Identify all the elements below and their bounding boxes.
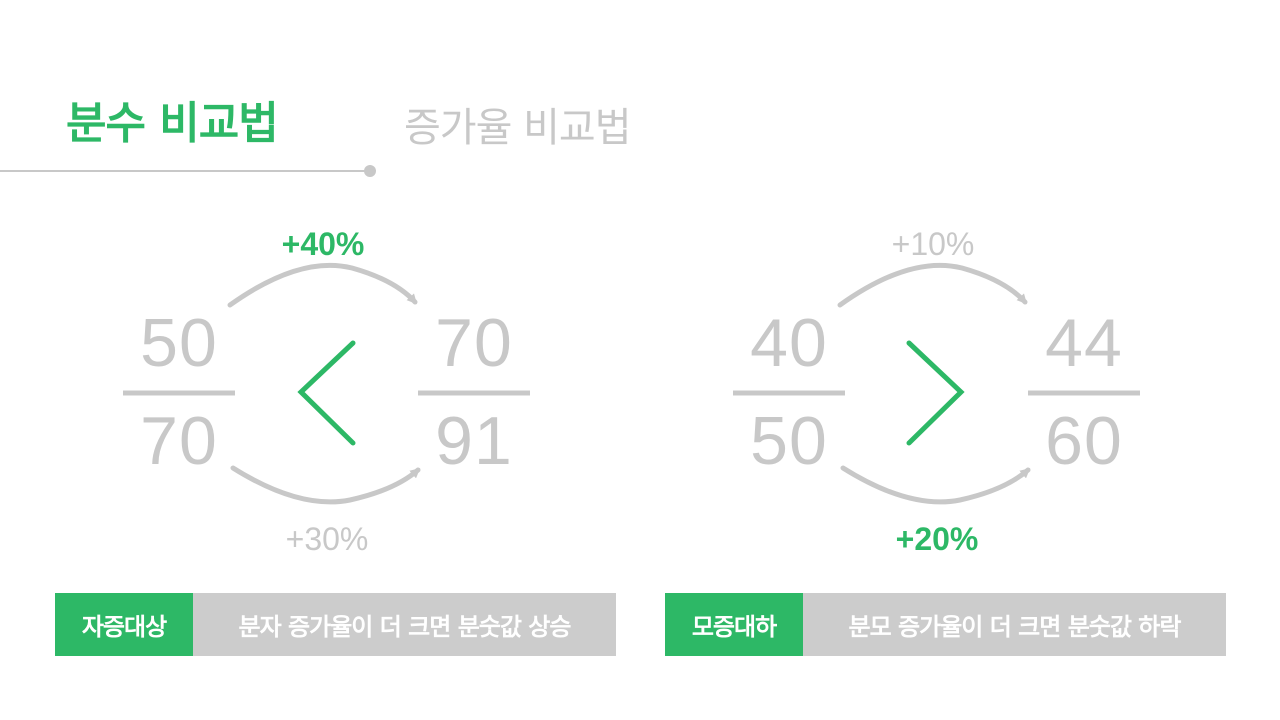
- left-rule-label: 자증대상 분자 증가율이 더 크면 분숫값 상승: [55, 593, 616, 656]
- right-numerator-b: 44: [1045, 305, 1123, 381]
- left-denominator-a: 70: [140, 403, 218, 479]
- greater-than-icon: [906, 340, 965, 446]
- right-rule-description: 분모 증가율이 더 크면 분숫값 하락: [803, 593, 1226, 656]
- left-rule-description: 분자 증가율이 더 크면 분숫값 상승: [193, 593, 616, 656]
- tab-underline-dot: [364, 165, 376, 177]
- right-top-rate: +10%: [891, 226, 975, 262]
- left-top-rate: +40%: [281, 226, 365, 262]
- right-bottom-arrow: [840, 465, 1031, 505]
- right-bottom-rate: +20%: [895, 521, 979, 557]
- right-denominator-a: 50: [750, 403, 828, 479]
- right-denominator-b: 60: [1045, 403, 1123, 479]
- right-top-arrow: [837, 262, 1028, 308]
- left-bottom-rate: +30%: [285, 521, 369, 557]
- left-numerator-b: 70: [435, 305, 513, 381]
- left-bottom-arrow: [230, 465, 421, 505]
- less-than-icon: [297, 340, 356, 446]
- right-rule-tag: 모증대하: [665, 593, 803, 656]
- right-rule-label: 모증대하 분모 증가율이 더 크면 분숫값 하락: [665, 593, 1226, 656]
- left-rule-tag: 자증대상: [55, 593, 193, 656]
- left-denominator-b: 91: [435, 403, 513, 479]
- left-numerator-a: 50: [140, 305, 218, 381]
- left-top-arrow: [227, 262, 418, 308]
- right-numerator-a: 40: [750, 305, 828, 381]
